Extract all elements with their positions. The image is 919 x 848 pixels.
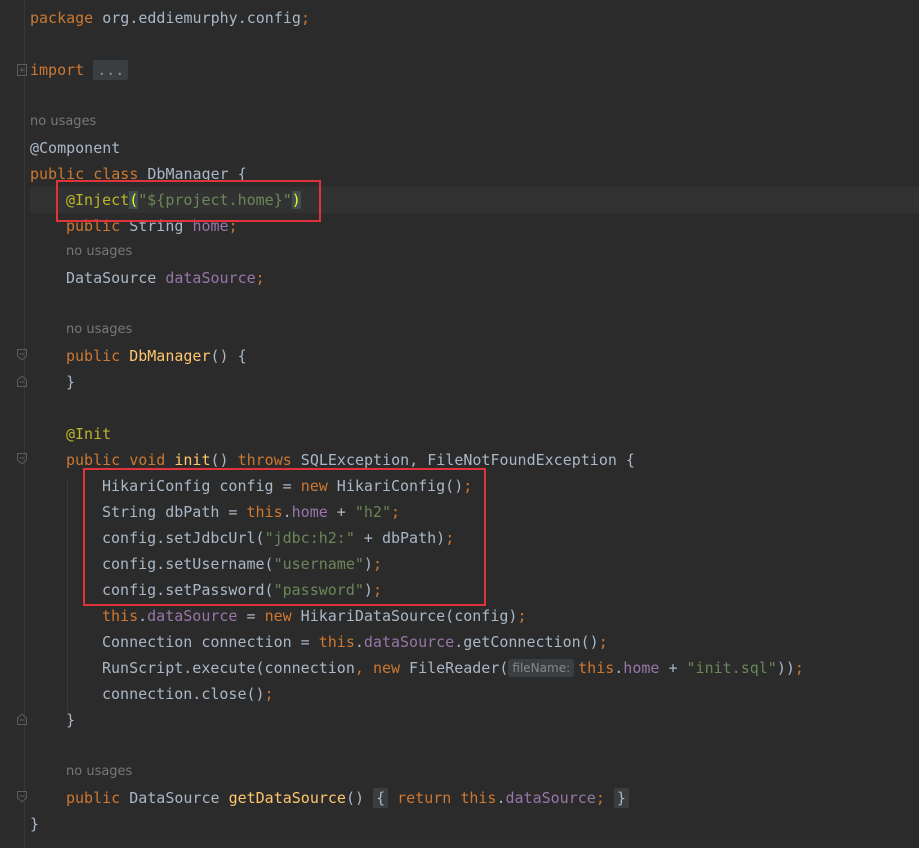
class-close-line[interactable]: } [30, 813, 39, 835]
code-line[interactable]: RunScript.execute(connection, new FileRe… [102, 657, 804, 679]
highlight-box-inject [56, 180, 321, 222]
code-line[interactable]: this.dataSource = new HikariDataSource(c… [102, 605, 526, 627]
constructor-close-line[interactable]: } [66, 371, 75, 393]
usages-hint[interactable]: no usages [66, 763, 132, 781]
getter-line[interactable]: public DataSource getDataSource() { retu… [66, 787, 629, 809]
init-close-line[interactable]: } [66, 709, 75, 731]
import-line[interactable]: import ... [30, 59, 129, 81]
code-line[interactable]: connection.close(); [102, 683, 274, 705]
fold-marker-icon[interactable] [17, 349, 27, 361]
folded-brace-close[interactable]: } [613, 788, 629, 808]
code-editor[interactable]: package org.eddiemurphy.config; import .… [0, 0, 919, 848]
fold-marker-icon[interactable] [17, 375, 27, 387]
usages-hint[interactable]: no usages [66, 321, 132, 339]
fold-marker-icon[interactable] [17, 791, 27, 803]
usages-hint[interactable]: no usages [66, 243, 132, 261]
fold-marker-icon[interactable] [17, 453, 27, 465]
indent-guide [67, 479, 68, 711]
init-annotation-line[interactable]: @Init [66, 423, 111, 445]
parameter-hint: fileName: [508, 659, 575, 677]
folded-brace-open[interactable]: { [373, 788, 389, 808]
fold-marker-icon[interactable] [17, 713, 27, 725]
constructor-line[interactable]: public DbManager() { [66, 345, 247, 367]
datasource-field-line[interactable]: DataSource dataSource; [66, 267, 265, 289]
folded-imports[interactable]: ... [93, 60, 129, 80]
component-annotation-line[interactable]: @Component [30, 137, 120, 159]
package-line[interactable]: package org.eddiemurphy.config; [30, 7, 310, 29]
highlight-box-config [83, 468, 486, 606]
code-line[interactable]: Connection connection = this.dataSource.… [102, 631, 608, 653]
fold-marker-icon[interactable] [17, 64, 27, 76]
usages-hint[interactable]: no usages [30, 113, 96, 131]
